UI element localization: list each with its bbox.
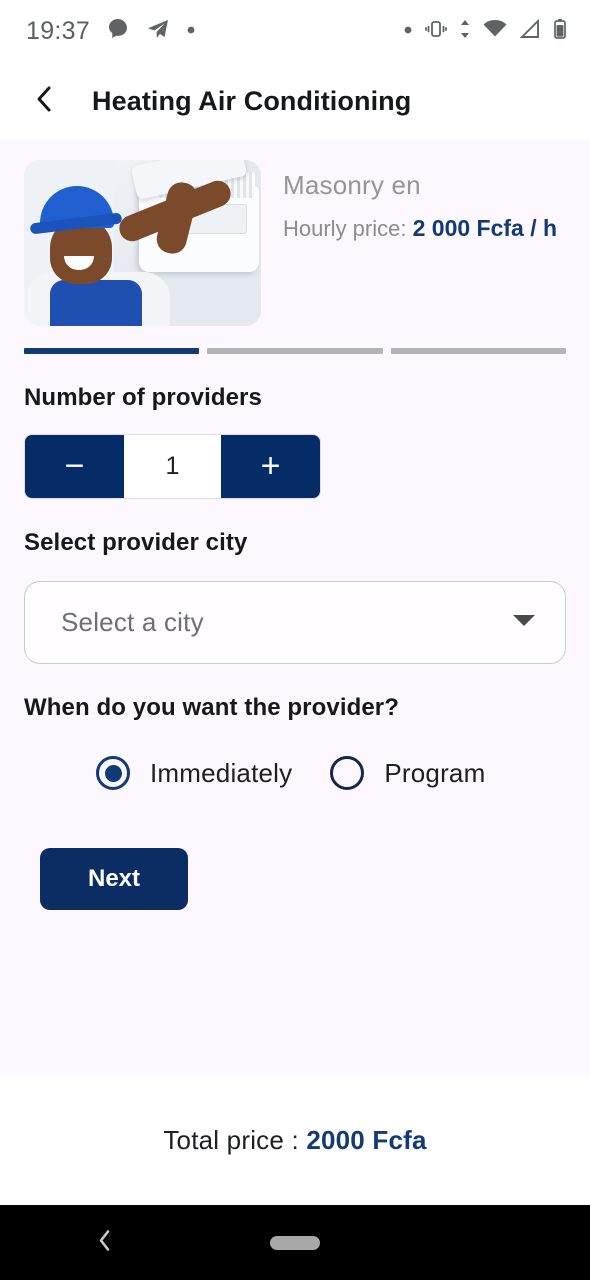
total-price-value: 2000 Fcfa [306, 1124, 427, 1155]
svg-text:4: 4 [502, 25, 507, 35]
signal-icon [519, 17, 541, 46]
radio-program-icon[interactable] [330, 756, 365, 790]
chevron-left-icon [32, 84, 58, 119]
city-select[interactable]: Select a city [24, 581, 566, 664]
status-bar-left: 19:37 [26, 17, 196, 46]
back-button[interactable] [28, 84, 62, 118]
main-content: Masonry en Hourly price: 2 000 Fcfa / h … [0, 140, 590, 1075]
next-button[interactable]: Next [40, 848, 188, 910]
radio-program-label: Program [384, 757, 486, 788]
radio-option-immediately[interactable]: Immediately [96, 756, 292, 790]
service-price-label: Hourly price: [283, 216, 407, 241]
total-footer: Total price : 2000 Fcfa [0, 1075, 590, 1205]
total-price-label: Total price : [163, 1124, 307, 1155]
vibrate-icon [424, 17, 448, 46]
battery-icon [552, 17, 568, 46]
providers-stepper: − 1 + [24, 434, 321, 499]
service-summary: Masonry en Hourly price: 2 000 Fcfa / h [0, 140, 590, 326]
wifi-icon: 4 [482, 17, 508, 46]
service-price: Hourly price: 2 000 Fcfa / h [283, 215, 590, 242]
service-price-value: 2 000 Fcfa / h [412, 215, 558, 241]
chevron-down-icon [511, 612, 537, 633]
step-progress [0, 326, 590, 354]
total-price: Total price : 2000 Fcfa [163, 1125, 426, 1156]
service-image [24, 160, 261, 326]
status-bar-right: 4 [403, 17, 568, 46]
technician-ac-illustration [24, 160, 261, 326]
status-time: 19:37 [26, 16, 91, 45]
radio-option-program[interactable]: Program [330, 756, 485, 790]
decrement-button[interactable]: − [25, 435, 124, 498]
service-name: Masonry en [283, 170, 421, 200]
timing-options: Immediately Program [0, 722, 590, 790]
phone-screen: 19:37 4 Heating Air Conditioning Masonry… [0, 0, 590, 1280]
progress-step-1 [24, 348, 200, 354]
radio-immediately-icon[interactable] [96, 756, 130, 790]
app-bar: Heating Air Conditioning [0, 62, 590, 140]
chat-bubble-icon [106, 17, 130, 46]
data-transfer-icon [459, 17, 471, 46]
page-title: Heating Air Conditioning [92, 85, 412, 116]
nav-back-button[interactable] [95, 1227, 115, 1258]
dot-icon [403, 22, 413, 40]
service-details: Masonry en Hourly price: 2 000 Fcfa / h [283, 160, 590, 326]
system-nav-bar [0, 1205, 590, 1280]
progress-step-3 [390, 348, 566, 354]
city-label: Select provider city [24, 529, 248, 556]
providers-count-value[interactable]: 1 [124, 435, 221, 498]
providers-label: Number of providers [24, 384, 262, 411]
telegram-send-icon [146, 17, 170, 46]
radio-immediately-label: Immediately [150, 757, 293, 788]
increment-button[interactable]: + [221, 435, 320, 498]
nav-back-icon [95, 1229, 115, 1257]
status-bar: 19:37 4 [0, 0, 590, 62]
progress-step-2 [207, 348, 383, 354]
nav-home-handle[interactable] [270, 1235, 320, 1250]
dot-icon [186, 22, 196, 40]
timing-question: When do you want the provider? [24, 694, 399, 721]
city-select-value: Select a city [61, 607, 204, 637]
